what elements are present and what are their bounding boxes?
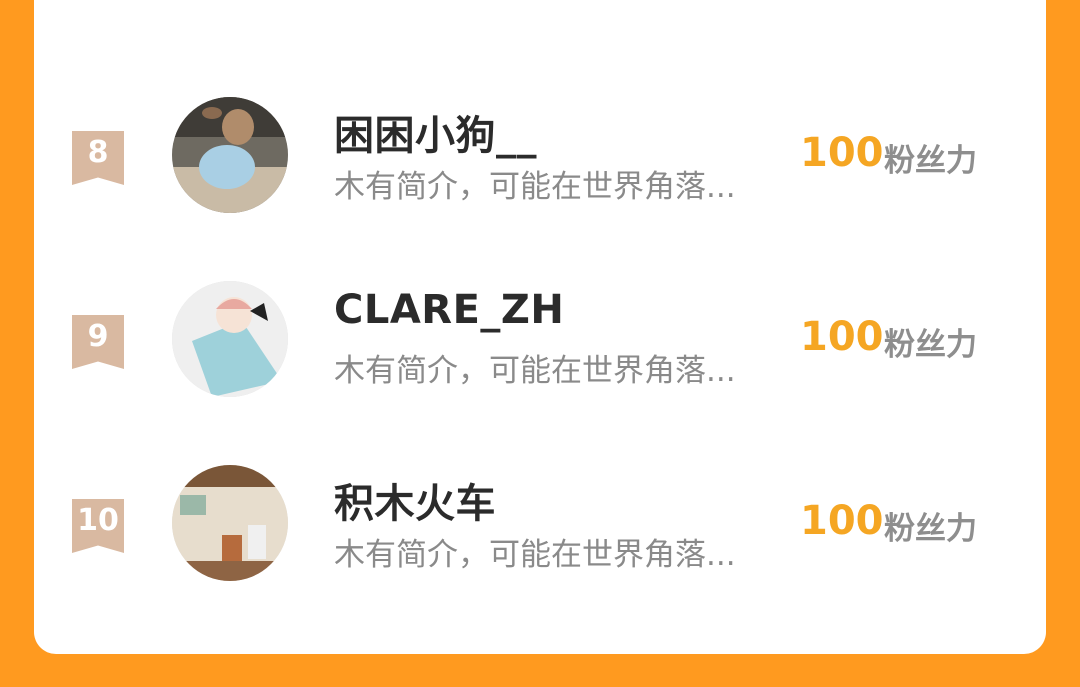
fan-power-score: 100 [800, 498, 884, 544]
list-item[interactable]: 10 积木火车 木有简介，可能在世界角落... 100 粉丝力 [34, 465, 1046, 595]
user-bio: 木有简介，可能在世界角落... [334, 537, 736, 573]
rank-badge: 9 [72, 315, 124, 369]
avatar[interactable] [172, 281, 288, 397]
ranking-card: 8 困困小狗__ 木有简介，可能在世界角落... 100 粉丝力 9 CLARE… [34, 0, 1046, 654]
rank-badge: 8 [72, 131, 124, 185]
rank-number: 10 [77, 503, 119, 538]
user-name[interactable]: CLARE_ZH [334, 287, 564, 333]
user-name[interactable]: 积木火车 [334, 471, 496, 529]
avatar[interactable] [172, 97, 288, 213]
fan-power-unit: 粉丝力 [884, 143, 977, 179]
fan-power-score: 100 [800, 314, 884, 360]
anime-girl-avatar-icon [172, 281, 288, 397]
avatar[interactable] [172, 465, 288, 581]
fan-power-score: 100 [800, 130, 884, 176]
user-name[interactable]: 困困小狗__ [334, 103, 537, 161]
rank-badge: 10 [72, 499, 124, 553]
list-item[interactable]: 8 困困小狗__ 木有简介，可能在世界角落... 100 粉丝力 [34, 97, 1046, 227]
dog-avatar-icon [172, 97, 288, 213]
user-bio: 木有简介，可能在世界角落... [334, 353, 736, 389]
rank-number: 9 [87, 319, 109, 354]
rank-number: 8 [87, 135, 109, 170]
user-bio: 木有简介，可能在世界角落... [334, 169, 736, 205]
fan-power-unit: 粉丝力 [884, 511, 977, 547]
list-item[interactable]: 9 CLARE_ZH 木有简介，可能在世界角落... 100 粉丝力 [34, 281, 1046, 411]
shop-interior-avatar-icon [172, 465, 288, 581]
fan-power-unit: 粉丝力 [884, 327, 977, 363]
